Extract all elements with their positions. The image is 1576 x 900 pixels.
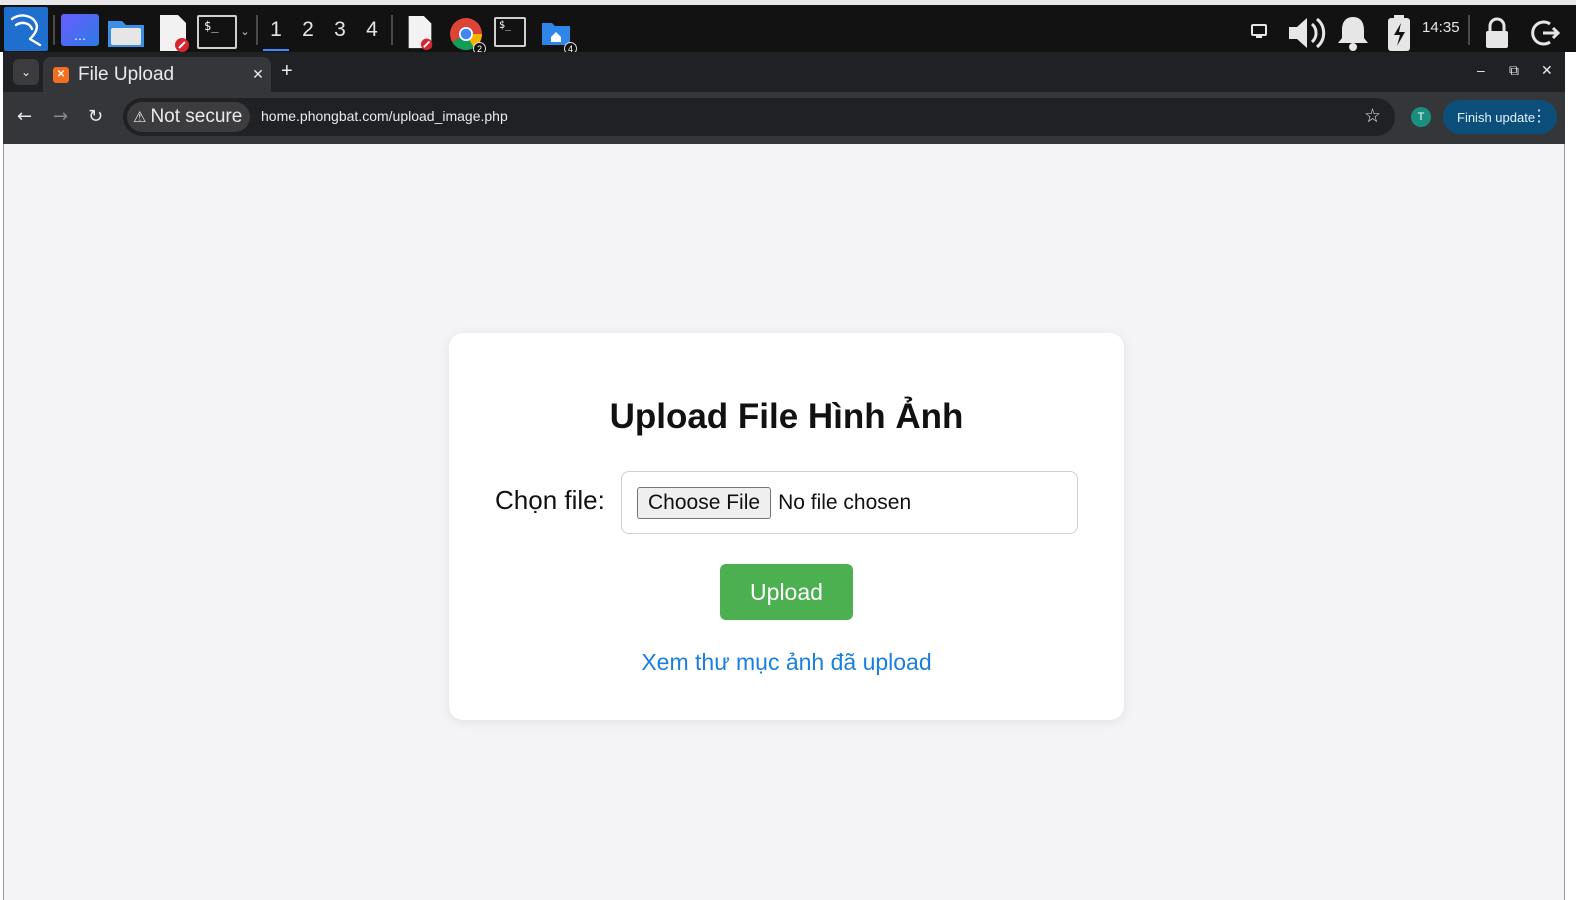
browser-toolbar: ← → ↻ ⚠ Not secure home.phongbat.com/upl…	[3, 92, 1565, 144]
finish-update-button[interactable]: Finish update ⋮	[1443, 100, 1557, 134]
battery-charging-icon[interactable]	[1384, 13, 1414, 53]
text-editor-icon[interactable]	[156, 13, 192, 53]
notifications-icon[interactable]	[1334, 13, 1372, 53]
new-tab-button[interactable]: +	[281, 60, 293, 83]
workspace-4[interactable]: 4	[357, 13, 387, 47]
more-menu-icon[interactable]: ⋮	[1531, 106, 1547, 126]
workspace-1[interactable]: 1	[261, 13, 291, 51]
forward-icon[interactable]: →	[53, 106, 68, 128]
page-title: Upload File Hình Ảnh	[609, 397, 964, 436]
close-tab-icon[interactable]: ✕	[245, 67, 271, 83]
url-text[interactable]: home.phongbat.com/upload_image.php	[261, 108, 508, 124]
upload-card: Upload File Hình Ảnh Chọn file: Choose F…	[449, 333, 1124, 720]
clock[interactable]: 14:35	[1422, 19, 1460, 36]
xampp-favicon-icon: ✕	[53, 66, 69, 83]
address-bar[interactable]: ⚠ Not secure home.phongbat.com/upload_im…	[123, 98, 1395, 136]
taskbar-separator	[256, 15, 258, 45]
tab-search-button[interactable]: ⌄	[13, 59, 39, 85]
text-editor-window-icon[interactable]	[403, 13, 437, 53]
tab-title: File Upload	[78, 63, 175, 85]
kali-menu-icon[interactable]	[4, 7, 48, 51]
profile-avatar[interactable]: T	[1411, 107, 1431, 127]
workspace-2[interactable]: 2	[293, 13, 323, 47]
screen-icon[interactable]	[1248, 21, 1270, 41]
security-chip-label: Not secure	[150, 106, 243, 127]
security-chip[interactable]: ⚠ Not secure	[127, 102, 251, 132]
no-file-text: No file chosen	[778, 490, 912, 514]
warning-icon: ⚠	[133, 109, 147, 126]
page-viewport: Upload File Hình Ảnh Chọn file: Choose F…	[3, 144, 1565, 900]
terminal-window-icon[interactable]: $_	[494, 17, 526, 47]
workspace-3[interactable]: 3	[325, 13, 355, 47]
taskbar-separator	[391, 15, 393, 45]
taskbar-separator	[53, 15, 55, 45]
file-manager-icon[interactable]	[106, 15, 146, 49]
choose-file-button[interactable]: Choose File	[637, 486, 772, 519]
chevron-down-icon: ⌄	[20, 65, 32, 79]
upload-button[interactable]: Upload	[720, 564, 853, 620]
close-window-icon[interactable]: ✕	[1541, 62, 1553, 79]
browser-tab-strip: ⌄ ✕ File Upload ✕ + – ⧉ ✕	[3, 52, 1565, 92]
minimize-window-icon[interactable]: –	[1477, 62, 1485, 78]
view-uploads-link[interactable]: Xem thư mục ảnh đã upload	[449, 649, 1124, 676]
restore-window-icon[interactable]: ⧉	[1509, 62, 1519, 79]
bookmark-star-icon[interactable]: ☆	[1364, 105, 1381, 127]
tab-file-upload[interactable]: ✕ File Upload ✕	[43, 57, 271, 92]
lock-icon[interactable]	[1482, 15, 1512, 51]
chevron-down-icon[interactable]: ⌄	[238, 23, 252, 39]
taskbar-separator	[1468, 15, 1470, 45]
finish-update-label: Finish update	[1457, 109, 1536, 125]
show-desktop-icon[interactable]: …	[61, 14, 99, 46]
back-icon[interactable]: ←	[17, 106, 32, 128]
reload-icon[interactable]: ↻	[88, 106, 103, 128]
file-input[interactable]: Choose File No file chosen	[621, 471, 1078, 534]
terminal-icon[interactable]: $_	[197, 15, 237, 49]
logout-icon[interactable]	[1528, 15, 1562, 51]
file-label: Chọn file:	[495, 485, 605, 515]
system-taskbar: … $_ ⌄ 1 2 3 4 2 $_ 4 14:35	[0, 0, 1576, 56]
volume-icon[interactable]	[1284, 13, 1328, 53]
